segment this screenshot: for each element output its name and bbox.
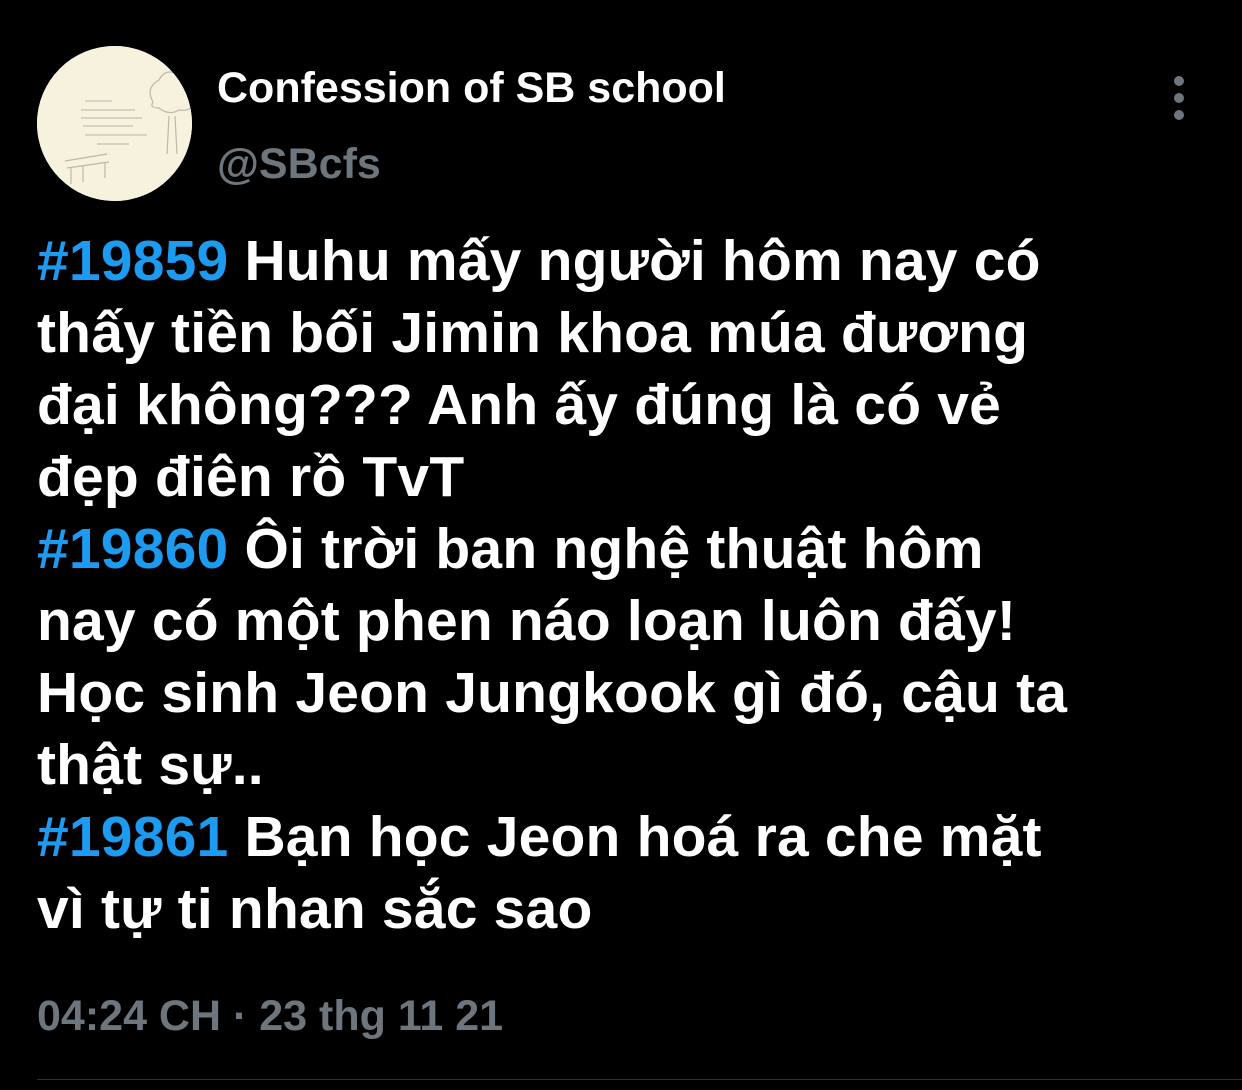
more-vertical-icon — [1174, 76, 1184, 86]
tweet-line-text: đại không??? Anh ấy đúng là có vẻ — [37, 373, 1002, 437]
tweet-line-text: Bạn học Jeon hoá ra che mặt — [228, 805, 1042, 869]
account-handle[interactable]: @SBcfs — [217, 138, 381, 190]
tweet-line-text: Huhu mấy người hôm nay có — [228, 229, 1041, 293]
tweet-line: nay có một phen náo loạn luôn đấy! — [37, 585, 1217, 657]
hashtag-link[interactable]: #19861 — [37, 805, 228, 869]
hashtag-link[interactable]: #19860 — [37, 517, 228, 581]
tweet-line: đại không??? Anh ấy đúng là có vẻ — [37, 369, 1217, 441]
more-options-button[interactable] — [1162, 76, 1198, 120]
tweet-line: #19859 Huhu mấy người hôm nay có — [37, 225, 1217, 297]
tweet-line: thật sự.. — [37, 729, 1217, 801]
more-vertical-icon — [1174, 110, 1184, 120]
divider — [37, 1079, 1242, 1080]
tweet-line-text: nay có một phen náo loạn luôn đấy! — [37, 589, 1017, 653]
tweet-line: Học sinh Jeon Jungkook gì đó, cậu ta — [37, 657, 1217, 729]
display-name[interactable]: Confession of SB school — [217, 62, 726, 114]
tweet-line: #19861 Bạn học Jeon hoá ra che mặt — [37, 801, 1217, 873]
hashtag-link[interactable]: #19859 — [37, 229, 228, 293]
tweet-line-text: thấy tiền bối Jimin khoa múa đương — [37, 301, 1029, 365]
tweet-line: vì tự ti nhan sắc sao — [37, 873, 1217, 945]
tweet-line: thấy tiền bối Jimin khoa múa đương — [37, 297, 1217, 369]
tweet-line-text: Ôi trời ban nghệ thuật hôm — [228, 517, 984, 581]
tweet-line: #19860 Ôi trời ban nghệ thuật hôm — [37, 513, 1217, 585]
tweet-line-text: đẹp điên rồ TvT — [37, 445, 465, 509]
tweet-text: #19859 Huhu mấy người hôm nay có thấy ti… — [37, 225, 1217, 945]
avatar[interactable] — [37, 46, 192, 201]
tweet-line-text: Học sinh Jeon Jungkook gì đó, cậu ta — [37, 661, 1068, 725]
tweet-header: Confession of SB school @SBcfs — [37, 46, 1207, 201]
tweet-line-text: thật sự.. — [37, 733, 264, 797]
tweet-line: đẹp điên rồ TvT — [37, 441, 1217, 513]
tweet-timestamp[interactable]: 04:24 CH · 23 thg 11 21 — [37, 990, 503, 1042]
more-vertical-icon — [1174, 93, 1184, 103]
tweet-line-text: vì tự ti nhan sắc sao — [37, 877, 593, 941]
sketch-avatar-icon — [37, 46, 192, 201]
